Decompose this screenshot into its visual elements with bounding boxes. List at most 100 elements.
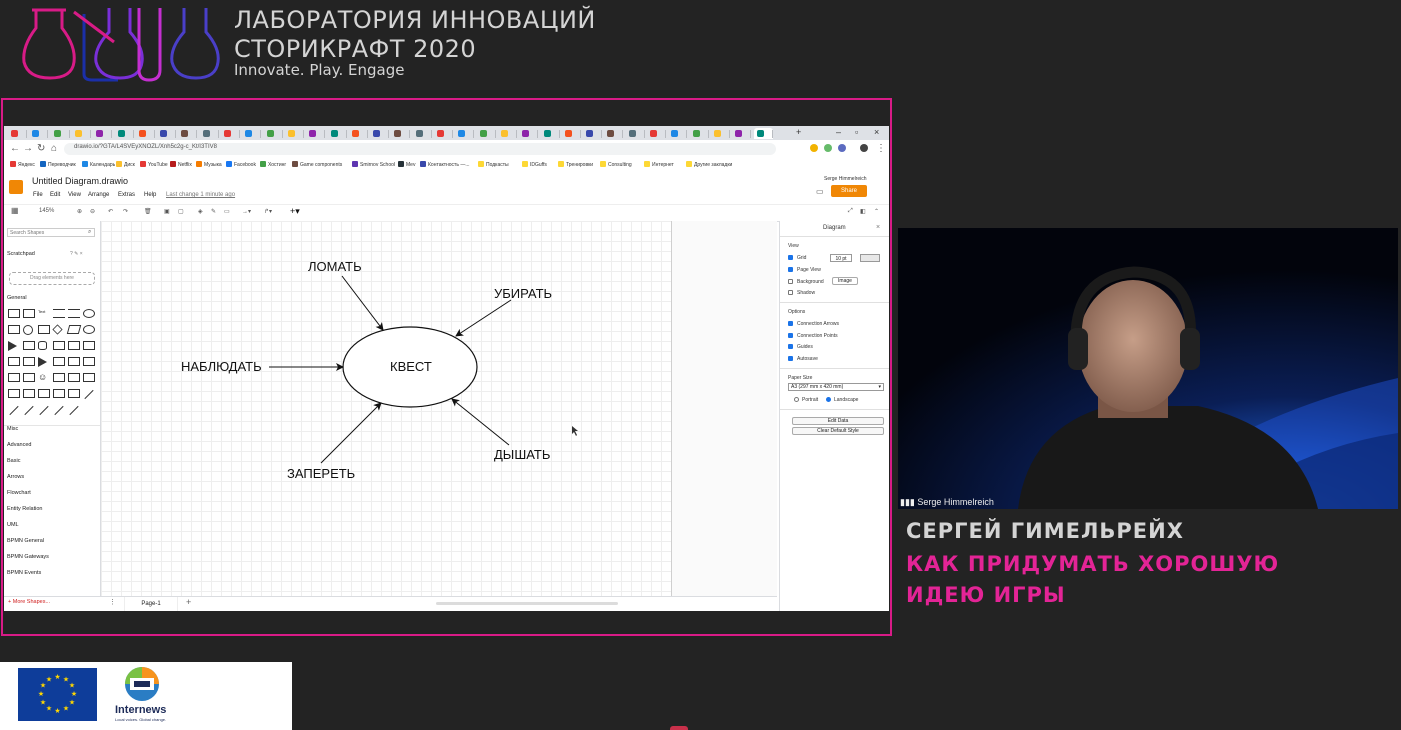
bookmark-item[interactable]: Контактность —... [420,161,470,168]
palette-shape-rect[interactable] [68,341,80,350]
palette-shape-line[interactable] [54,405,64,416]
zoom-in-icon[interactable]: ⊕ [77,208,82,215]
browser-tab[interactable] [115,128,134,139]
insert-icon[interactable]: +▾ [290,206,300,217]
back-icon[interactable]: ← [10,143,20,154]
browser-tab[interactable] [285,128,304,139]
close-window-icon[interactable]: × [874,127,879,137]
scratchpad-controls-icon[interactable]: ? ✎ × [70,251,83,257]
waypoints-icon[interactable]: ↱▾ [264,208,272,215]
palette-shape-rect[interactable] [23,357,35,366]
delete-icon[interactable]: 🗑 [144,208,152,215]
category-bpmn-general[interactable]: BPMN General [7,538,44,544]
page-tab[interactable]: Page-1 [124,597,178,611]
browser-tab[interactable] [647,128,666,139]
shadow-icon[interactable]: ▭ [224,208,230,215]
menu-arrange[interactable]: Arrange [88,192,109,198]
landscape-radio[interactable] [826,397,831,402]
arrow-zaperet[interactable] [320,402,382,464]
pages-menu-icon[interactable]: ⋮ [109,598,116,606]
category-uml[interactable]: UML [7,522,19,528]
bookmark-item[interactable]: Переводчик [40,161,76,168]
bookmark-item[interactable]: Facebook [226,161,256,168]
bookmark-item[interactable]: Consulting [600,161,632,168]
redo-icon[interactable]: ↷ [123,208,128,215]
bookmark-item[interactable]: Smirnov School [352,161,395,168]
browser-tab[interactable] [626,128,645,139]
palette-shape-rect[interactable] [23,373,35,382]
browser-tab[interactable] [477,128,496,139]
browser-tab[interactable] [753,128,773,139]
scratchpad-header[interactable]: Scratchpad [7,251,35,257]
browser-tab[interactable] [136,128,155,139]
palette-shape-ellipse[interactable] [83,325,95,334]
browser-tab[interactable] [349,128,368,139]
browser-tab[interactable] [29,128,49,139]
horizontal-scrollbar[interactable] [436,602,618,605]
portrait-radio[interactable] [794,397,799,402]
browser-tab[interactable] [732,128,752,139]
paper-size-select[interactable]: A3 (297 mm x 420 mm) ▾ [788,383,884,391]
user-name[interactable]: Serge Himmelreich [824,176,867,182]
browser-tab[interactable] [498,128,517,139]
profile-avatar-icon[interactable] [860,144,868,152]
palette-shape-person[interactable]: ☺ [38,373,50,382]
bookmark-item[interactable]: Подкасты [478,161,509,168]
category-arrows[interactable]: Arrows [7,474,24,480]
category-flowchart[interactable]: Flowchart [7,490,31,496]
grid-size-input[interactable]: 10 pt [830,254,852,262]
palette-shape-rect[interactable] [68,373,80,382]
share-button[interactable]: Share [831,185,867,197]
palette-shape-rect[interactable] [38,325,50,334]
minimize-icon[interactable]: – [836,127,841,137]
toggle-panel-icon[interactable]: ◧ [860,208,866,215]
browser-tab[interactable] [604,128,624,139]
palette-shape-circle[interactable] [23,325,33,335]
palette-shape-line[interactable] [24,405,34,416]
page-view-checkbox[interactable] [788,267,793,272]
palette-shape-text[interactable]: Text [38,309,50,318]
palette-shape-rect[interactable] [68,357,80,366]
arrow-lomat[interactable] [341,275,384,331]
comments-icon[interactable]: ▭ [816,187,824,196]
close-panel-icon[interactable]: × [876,224,880,231]
palette-shape-rect[interactable] [8,357,20,366]
menu-file[interactable]: File [33,192,43,198]
collapse-icon[interactable]: ⌃ [874,208,879,215]
diagram-canvas[interactable]: КВЕСТ ЛОМАТЬ УБИРАТЬ НАБЛЮДАТЬ ЗАПЕРЕТЬ … [101,221,777,596]
to-front-icon[interactable]: ▣ [164,208,170,215]
category-advanced[interactable]: Advanced [7,442,31,448]
palette-shape-rect[interactable] [8,373,20,382]
grid-checkbox[interactable] [788,255,793,260]
node-label[interactable]: ЗАПЕРЕТЬ [287,466,355,481]
home-icon[interactable]: ⌂ [51,143,57,154]
menu-extras[interactable]: Extras [118,192,135,198]
line-color-icon[interactable]: ✎ [211,208,216,215]
browser-tab[interactable] [242,128,262,139]
bookmark-item[interactable]: Другие закладки [686,161,732,168]
file-title[interactable]: Untitled Diagram.drawio [32,176,128,186]
palette-shape-rect[interactable] [53,357,65,366]
browser-tab[interactable] [93,128,113,139]
node-label[interactable]: ЛОМАТЬ [308,259,362,274]
category-general[interactable]: General [7,295,27,301]
zoom-out-icon[interactable]: ⊖ [90,208,95,215]
shape-search-input[interactable]: Search Shapes [7,228,95,237]
extension-icon[interactable] [810,144,818,152]
shadow-checkbox[interactable] [788,290,793,295]
palette-shape-rect[interactable] [8,309,20,318]
browser-tab[interactable] [434,128,453,139]
autosave-checkbox[interactable] [788,356,793,361]
browser-tab[interactable] [157,128,177,139]
palette-shape-rect[interactable] [8,389,20,398]
browser-tab[interactable] [178,128,198,139]
last-change-link[interactable]: Last change 1 minute ago [166,192,235,198]
palette-shape-rect[interactable] [53,341,65,350]
background-checkbox[interactable] [788,279,793,284]
to-back-icon[interactable]: ▢ [178,208,184,215]
browser-tab[interactable] [455,128,475,139]
palette-shape-rect[interactable] [23,341,35,350]
palette-shape-cyl[interactable] [38,341,47,350]
palette-shape-rect[interactable] [53,373,65,382]
arrow-dyshat[interactable] [451,398,510,446]
